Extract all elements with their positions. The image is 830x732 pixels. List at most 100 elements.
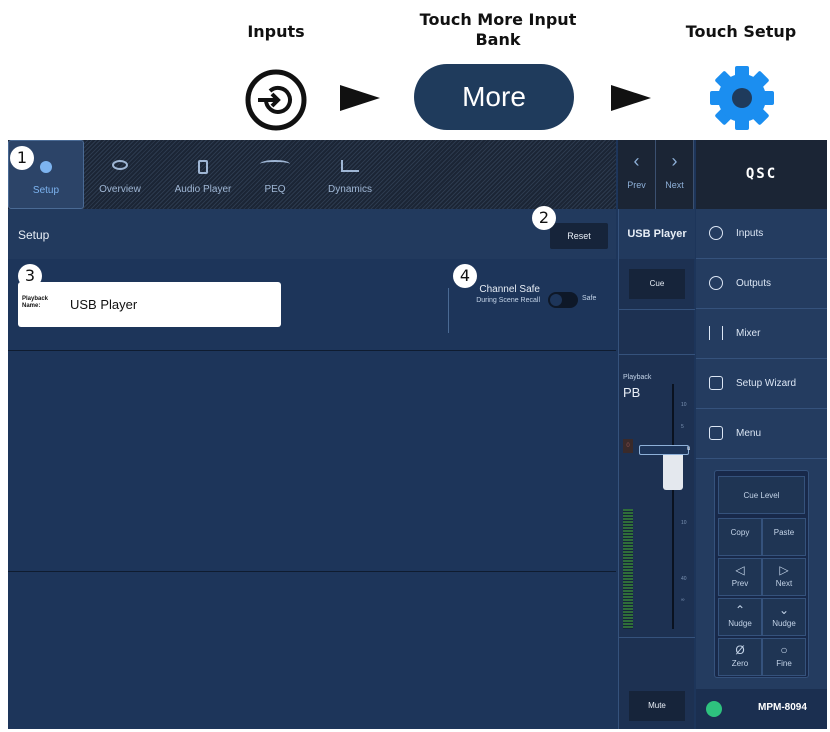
- tab-label: Dynamics: [328, 184, 372, 195]
- button-label: Zero: [731, 659, 749, 668]
- speaker-icon: [198, 160, 208, 174]
- playback-name-label: Playback Name:: [22, 296, 49, 309]
- tab-bar: Setup Overview Audio Player PEQ Dynamics: [8, 140, 616, 209]
- channel-strip: USB Player Cue Playback PB 0 10 5 u 10 4…: [618, 209, 695, 729]
- sidebar: QSC Inputs Outputs Mixer Setup Wizard Me…: [696, 140, 827, 729]
- triangle-right-icon: ▷: [779, 563, 789, 577]
- fader-tick: 10: [681, 402, 687, 408]
- chevron-down-icon: ⌄: [778, 603, 790, 617]
- channel-short-name: PB: [623, 385, 641, 400]
- fader-tick: 5: [681, 424, 684, 430]
- guide-step-setup: Touch Setup: [685, 22, 797, 41]
- eye-icon: [112, 160, 128, 170]
- clipboard-icon: [709, 376, 723, 390]
- page-title: Setup: [18, 228, 50, 242]
- tab-audio-player[interactable]: Audio Player: [168, 140, 238, 209]
- callout-3: 3: [18, 264, 42, 288]
- fine-button[interactable]: ○ Fine: [762, 638, 806, 676]
- callout-1: 1: [10, 146, 34, 170]
- prev-label: Prev: [627, 180, 646, 190]
- button-label: Nudge: [728, 619, 752, 628]
- mute-button[interactable]: Mute: [629, 691, 685, 721]
- cue-button[interactable]: Cue: [629, 269, 685, 299]
- menu-icon: [709, 426, 723, 440]
- inputs-icon: [244, 68, 308, 132]
- guide-step-inputs: Inputs: [247, 22, 305, 41]
- arrow-icon: [340, 85, 380, 111]
- divider: [8, 571, 616, 572]
- zero-icon: Ø: [735, 643, 745, 657]
- tab-label: PEQ: [264, 184, 286, 195]
- fader-track: [672, 384, 674, 629]
- tab-peq[interactable]: PEQ: [248, 140, 302, 209]
- fader-tick: 40: [681, 576, 687, 582]
- section-label: Playback: [623, 374, 652, 381]
- fader-unity-marker: [639, 445, 689, 455]
- gear-icon: [702, 62, 782, 134]
- tab-overview[interactable]: Overview: [90, 140, 150, 209]
- tab-label: Overview: [99, 184, 141, 195]
- zero-button[interactable]: Ø Zero: [718, 638, 762, 676]
- sidebar-item-label: Inputs: [736, 228, 764, 239]
- more-button[interactable]: More: [414, 64, 574, 130]
- triangle-left-icon: ◁: [735, 563, 745, 577]
- fader-tick: 10: [681, 520, 687, 526]
- prev-button[interactable]: ‹ Prev: [618, 140, 656, 209]
- fader-tick: u: [687, 446, 691, 452]
- divider: [619, 637, 695, 638]
- playback-name-value: USB Player: [70, 297, 138, 312]
- chevron-left-icon: ‹: [633, 151, 640, 171]
- divider: [8, 350, 616, 351]
- sidebar-item-setup-wizard[interactable]: Setup Wizard: [696, 359, 827, 409]
- dynamics-icon: [341, 160, 359, 172]
- fader-tick: ∞: [681, 597, 685, 603]
- cue-level-button[interactable]: Cue Level: [718, 476, 805, 514]
- reset-button[interactable]: Reset: [550, 223, 608, 249]
- arrow-icon: [611, 85, 651, 111]
- copy-button[interactable]: Copy: [718, 518, 762, 556]
- next-label: Next: [665, 180, 684, 190]
- button-label: Nudge: [772, 619, 796, 628]
- mixer-icon: [709, 326, 723, 340]
- prev-param-button[interactable]: ◁ Prev: [718, 558, 762, 596]
- sidebar-item-inputs[interactable]: Inputs: [696, 209, 827, 259]
- device-bar: MPM-8094: [696, 689, 827, 729]
- channel-safe-toggle[interactable]: [548, 292, 578, 308]
- safe-toggle-label: Safe: [582, 295, 597, 302]
- sidebar-item-label: Outputs: [736, 278, 772, 289]
- button-label: Fine: [776, 659, 792, 668]
- paste-button[interactable]: Paste: [762, 518, 806, 556]
- playback-name-field[interactable]: Playback Name: USB Player: [18, 282, 281, 327]
- sidebar-item-outputs[interactable]: Outputs: [696, 259, 827, 309]
- wifi-icon: [706, 701, 722, 717]
- clip-indicator: 0: [623, 439, 633, 453]
- button-label: Next: [775, 579, 793, 588]
- callout-2: 2: [532, 206, 556, 230]
- mixer-app: Setup Overview Audio Player PEQ Dynamics…: [8, 140, 827, 729]
- nudge-down-button[interactable]: ⌄ Nudge: [762, 598, 806, 636]
- next-button[interactable]: › Next: [656, 140, 694, 209]
- inputs-icon: [709, 226, 723, 240]
- tab-label: Audio Player: [174, 184, 232, 195]
- sidebar-item-label: Mixer: [736, 328, 761, 339]
- outputs-icon: [709, 276, 723, 290]
- chevron-right-icon: ›: [671, 151, 678, 171]
- nudge-up-button[interactable]: ⌃ Nudge: [718, 598, 762, 636]
- divider: [619, 354, 695, 355]
- keypad: Cue Level Copy Paste ◁ Prev ▷ Next ⌃ Nudge …: [714, 470, 809, 678]
- next-param-button[interactable]: ▷ Next: [762, 558, 806, 596]
- sidebar-item-mixer[interactable]: Mixer: [696, 309, 827, 359]
- tab-label: Setup: [32, 185, 60, 196]
- sidebar-item-menu[interactable]: Menu: [696, 409, 827, 459]
- circle-icon: ○: [780, 643, 788, 657]
- channel-name: USB Player: [619, 209, 695, 259]
- setup-header: [8, 209, 616, 259]
- level-meter: [623, 509, 633, 629]
- qsc-logo: QSC: [696, 140, 827, 209]
- button-label: Prev: [731, 579, 749, 588]
- gear-icon: [40, 161, 52, 173]
- device-name: MPM-8094: [758, 702, 807, 713]
- tab-dynamics[interactable]: Dynamics: [320, 140, 380, 209]
- chevron-up-icon: ⌃: [734, 603, 746, 617]
- divider: [619, 309, 695, 310]
